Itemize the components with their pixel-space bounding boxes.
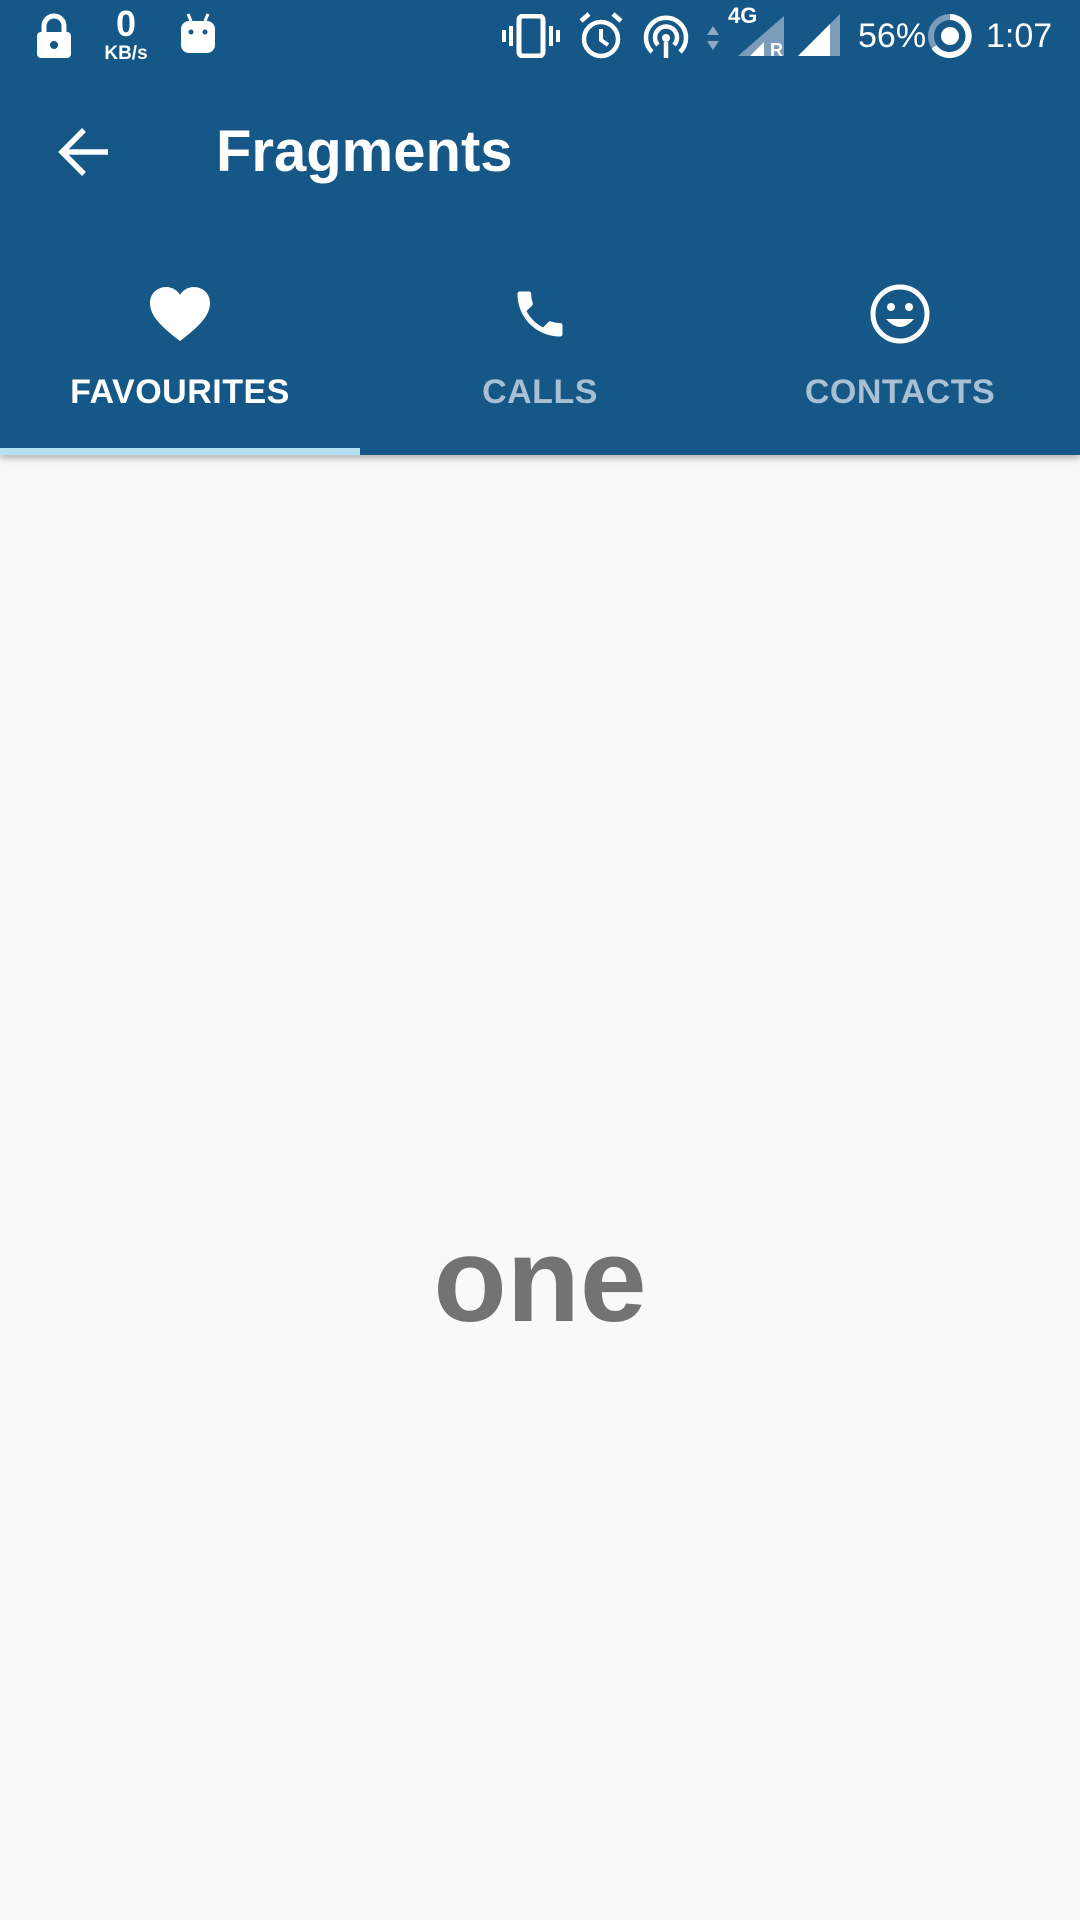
fragment-content-text: one <box>433 1213 647 1347</box>
status-bar: 0 KB/s 4G R 56% 1:07 <box>0 0 1080 72</box>
battery-percent: 56% <box>858 17 927 55</box>
heart-icon <box>144 278 216 350</box>
page-title: Fragments <box>216 119 513 184</box>
toolbar: Fragments <box>0 72 1080 242</box>
tab-favourites[interactable]: FAVOURITES <box>0 242 360 455</box>
tab-contacts[interactable]: CONTACTS <box>720 242 1080 455</box>
hotspot-icon <box>642 14 690 60</box>
battery-saver-icon <box>926 12 974 60</box>
tab-calls-label: CALLS <box>482 373 598 411</box>
data-arrows-icon <box>706 24 720 52</box>
network-speed-value: 0 <box>115 3 137 44</box>
android-icon <box>178 12 218 56</box>
tab-contacts-label: CONTACTS <box>804 373 996 411</box>
arrow-back-icon <box>58 128 108 176</box>
network-speed-unit: KB/s <box>104 43 148 64</box>
tab-indicator <box>0 448 360 455</box>
network-type-label: 4G <box>728 3 758 28</box>
tab-bar: FAVOURITES CALLS CONTACTS <box>0 242 1080 455</box>
vibrate-icon <box>502 14 560 58</box>
smiley-icon <box>864 278 936 350</box>
app-bar: 0 KB/s 4G R 56% 1:07 Fragments FAVOURITE… <box>0 0 1080 455</box>
signal-icon <box>796 14 842 58</box>
clock: 1:07 <box>986 17 1053 55</box>
phone-icon <box>504 278 576 350</box>
tab-calls[interactable]: CALLS <box>360 242 720 455</box>
network-speed: 0 KB/s <box>96 3 156 64</box>
alarm-icon <box>578 12 624 60</box>
tab-favourites-label: FAVOURITES <box>70 373 290 411</box>
lock-icon <box>32 12 76 60</box>
back-button[interactable] <box>44 112 124 192</box>
